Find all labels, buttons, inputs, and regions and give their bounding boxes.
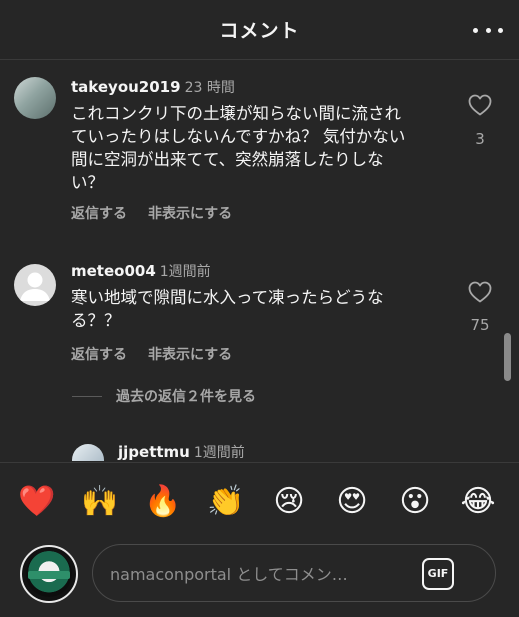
hide-button[interactable]: 非表示にする [148,347,232,363]
comment-username[interactable]: meteo004 [71,262,156,280]
page-title: コメント [219,20,300,42]
surprised-face-emoji-icon[interactable]: 😮 [395,482,435,522]
reply-button[interactable]: 返信する [71,206,127,222]
scrollbar-thumb[interactable] [504,333,511,381]
comment-timestamp: 23 時間 [184,80,235,96]
comment-username[interactable]: takeyou2019 [71,78,181,96]
like-heart-icon[interactable] [466,94,494,116]
emoji-reaction-bar: ❤️ 🙌 🔥 👏 😢 😍 😮 😂 [0,462,519,538]
comment-list[interactable]: takeyou2019 23 時間 これコンクリ下の土壌が知らない間に流され てい… [0,61,519,461]
gif-button[interactable]: GIF [422,558,454,590]
hide-button[interactable]: 非表示にする [148,206,232,222]
raising-hands-emoji-icon[interactable]: 🙌 [80,482,120,522]
divider-line [72,395,102,397]
more-options-icon[interactable] [473,18,503,42]
red-heart-emoji-icon[interactable]: ❤️ [17,482,57,522]
comment-text: これコンクリ下の土壌が知らない間に流され ていったりはしないんですかね？ 気付か… [71,104,406,192]
clapping-hands-emoji-icon[interactable]: 👏 [206,482,246,522]
avatar[interactable] [14,77,56,119]
comment-input[interactable] [110,562,400,586]
avatar[interactable] [20,545,78,603]
reply-button[interactable]: 返信する [71,347,127,363]
comment-input-container: GIF [92,544,496,602]
comment-composer: GIF [0,538,519,617]
comment-username[interactable]: jjpettmu [118,443,190,461]
fire-emoji-icon[interactable]: 🔥 [143,482,183,522]
tears-of-joy-emoji-icon[interactable]: 😂 [458,482,498,522]
comments-header: コメント [0,0,519,60]
comment-text: 寒い地域で隙間に水入って凍ったらどうな る？？ [71,288,384,330]
like-count: 3 [475,130,485,148]
like-heart-icon[interactable] [466,281,494,303]
comment-timestamp: 1週間前 [159,264,211,280]
avatar[interactable] [14,264,56,306]
view-replies-label: 過去の返信２件を見る [116,389,256,405]
crying-face-emoji-icon[interactable]: 😢 [269,482,309,522]
view-replies-button[interactable]: 過去の返信２件を見る [72,385,256,407]
comment-timestamp: 1週間前 [193,445,245,461]
like-count: 75 [470,316,490,334]
heart-eyes-emoji-icon[interactable]: 😍 [332,482,372,522]
avatar[interactable] [72,444,104,461]
